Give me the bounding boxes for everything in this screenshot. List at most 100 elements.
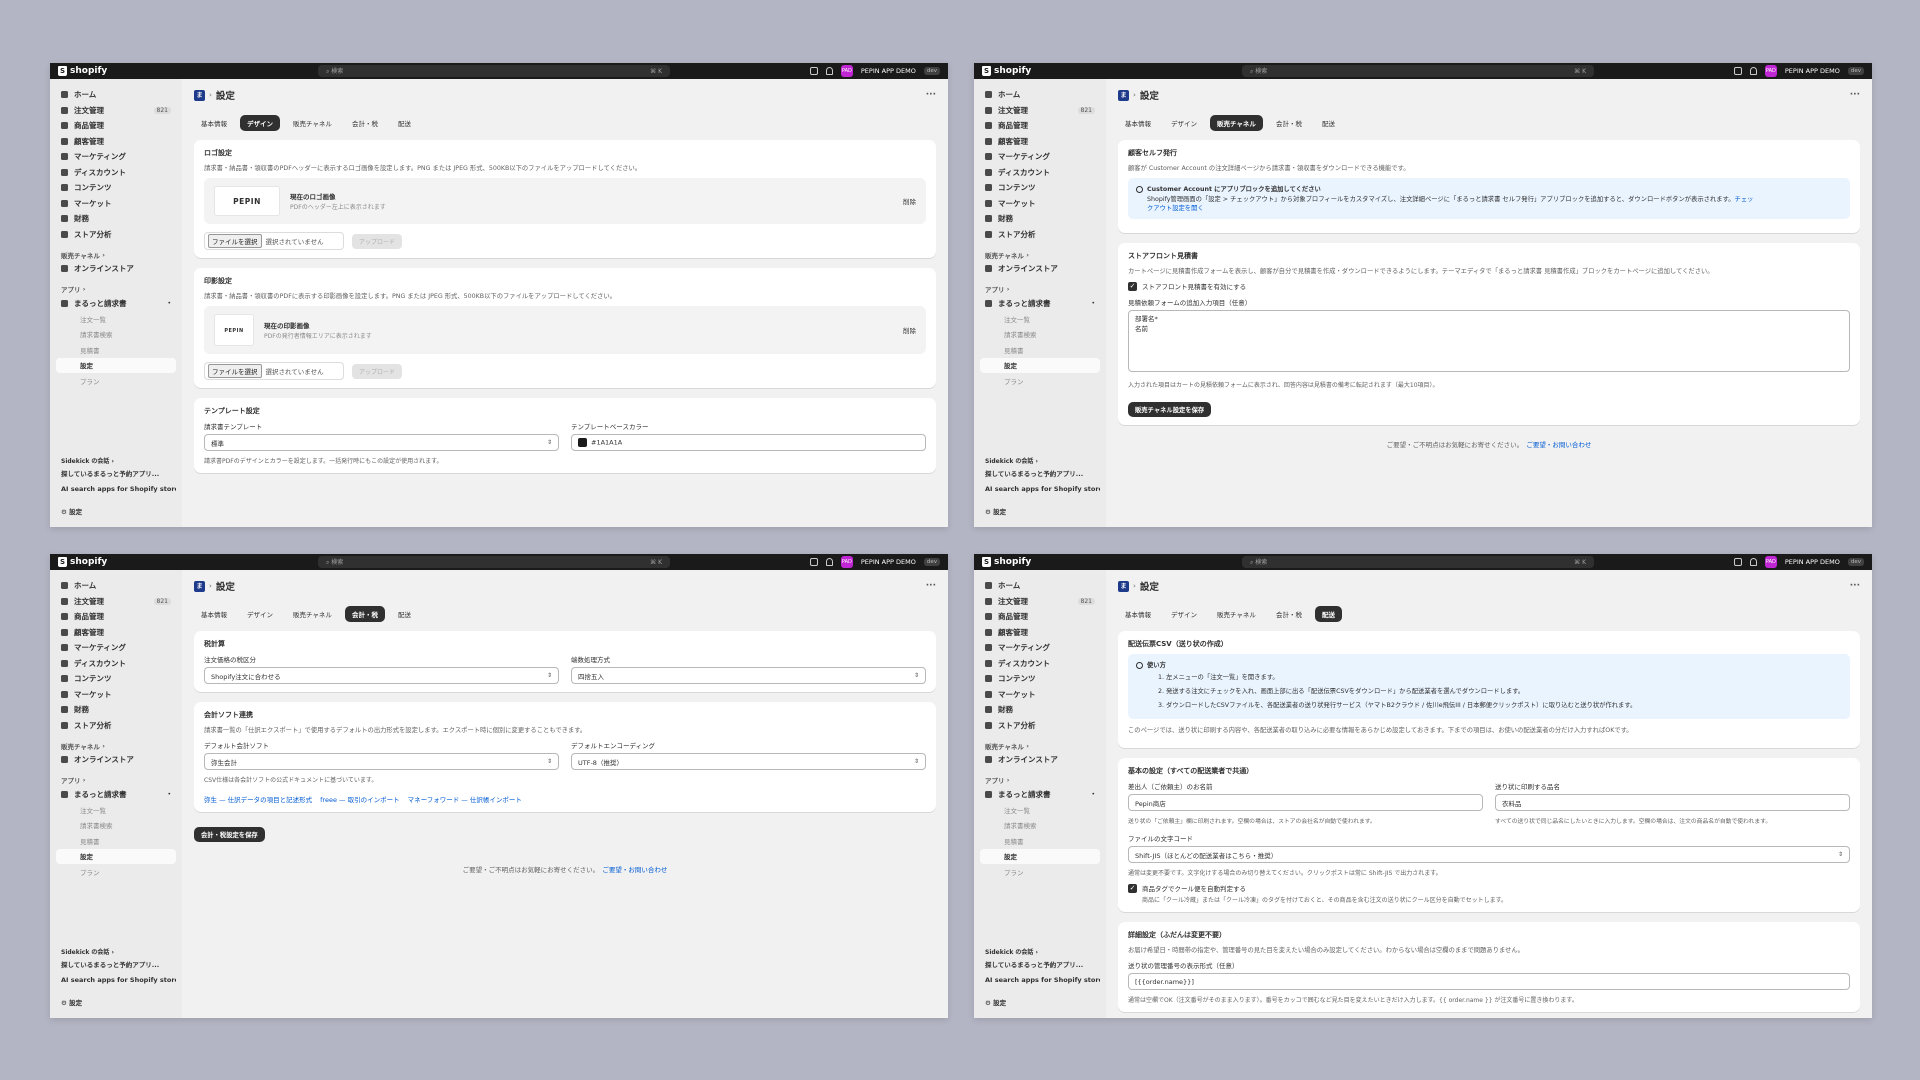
sidebar-item-content[interactable]: コンテンツ <box>980 671 1100 687</box>
sidebar-item-content[interactable]: コンテンツ <box>56 180 176 196</box>
tab-shipping[interactable]: 配送 <box>391 115 418 131</box>
tab-shipping[interactable]: 配送 <box>1315 115 1342 131</box>
sidebar-item-online-store[interactable]: オンラインストア <box>56 752 176 768</box>
sidebar-item-marketing[interactable]: マーケティング <box>980 149 1100 165</box>
tab-basic[interactable]: 基本情報 <box>194 115 234 131</box>
sidebar-item-discount[interactable]: ディスカウント <box>56 656 176 672</box>
sidebar-item-marketing[interactable]: マーケティング <box>56 640 176 656</box>
checkout-settings-link[interactable]: クアウト設定を開く <box>1147 205 1204 212</box>
sidebar-subitem-orders-list[interactable]: 注文一覧 <box>56 802 176 818</box>
tab-basic[interactable]: 基本情報 <box>1118 115 1158 131</box>
shopify-logo[interactable]: Sshopify <box>982 66 1242 76</box>
sidebar-section-sales-channels[interactable]: 販売チャネル › <box>56 739 176 752</box>
sidebar-item-app[interactable]: まるっと請求書 • <box>980 296 1100 312</box>
sidekick-conversation[interactable]: AI search apps for Shopify store <box>61 482 176 497</box>
delete-logo-button[interactable]: 削除 <box>903 196 916 206</box>
inbox-icon[interactable] <box>1733 67 1742 75</box>
delete-seal-button[interactable]: 削除 <box>903 325 916 335</box>
sidekick-conversation[interactable]: 探しているまるっと予約アプリ... <box>61 958 176 973</box>
sidebar-subitem-plans[interactable]: プラン <box>56 864 176 880</box>
sidebar-section-sales-channels[interactable]: 販売チャネル › <box>56 248 176 261</box>
sidekick-header[interactable]: Sidekick の会話 › <box>61 454 176 467</box>
sidekick-header[interactable]: Sidekick の会話 › <box>985 454 1100 467</box>
rounding-select[interactable]: 四捨五入 ⇕ <box>571 667 926 684</box>
yayoi-doc-link[interactable]: 弥生 — 仕訳データの項目と記述形式 <box>204 794 312 804</box>
sidebar-item-customers[interactable]: 顧客管理 <box>980 625 1100 641</box>
sidebar-subitem-settings[interactable]: 設定 <box>980 848 1100 864</box>
sidebar-item-products[interactable]: 商品管理 <box>56 609 176 625</box>
sidebar-item-discount[interactable]: ディスカウント <box>980 656 1100 672</box>
sidebar-item-finance[interactable]: 財務 <box>56 702 176 718</box>
sidebar-item-customers[interactable]: 顧客管理 <box>56 625 176 641</box>
item-name-input[interactable]: 衣料品 <box>1495 794 1850 811</box>
store-avatar[interactable]: PAD <box>1764 65 1777 77</box>
sidebar-item-analytics[interactable]: ストア分析 <box>56 227 176 243</box>
inbox-icon[interactable] <box>809 558 818 566</box>
sidekick-conversation[interactable]: 探しているまるっと予約アプリ... <box>61 467 176 482</box>
tab-basic[interactable]: 基本情報 <box>194 606 234 622</box>
sidebar-item-online-store[interactable]: オンラインストア <box>980 752 1100 768</box>
sidebar-item-products[interactable]: 商品管理 <box>56 118 176 134</box>
shopify-logo[interactable]: Sshopify <box>982 557 1242 567</box>
sidebar-item-finance[interactable]: 財務 <box>980 211 1100 227</box>
shopify-logo[interactable]: Sshopify <box>58 66 318 76</box>
sidebar-subitem-quotes[interactable]: 見積書 <box>56 342 176 358</box>
tab-tax[interactable]: 会計・税 <box>1269 115 1309 131</box>
sidebar-settings[interactable]: ⚙ 設定 <box>985 996 1100 1011</box>
sidebar-item-markets[interactable]: マーケット <box>56 196 176 212</box>
auto-cool-checkbox[interactable]: ✓ <box>1128 883 1137 893</box>
sidebar-settings[interactable]: ⚙ 設定 <box>61 996 176 1011</box>
color-swatch[interactable] <box>578 438 587 447</box>
sidebar-section-sales-channels[interactable]: 販売チャネル › <box>980 248 1100 261</box>
tab-tax[interactable]: 会計・税 <box>344 606 385 622</box>
store-name[interactable]: PEPIN APP DEMO <box>861 67 916 75</box>
sidebar-item-content[interactable]: コンテンツ <box>980 180 1100 196</box>
inbox-icon[interactable] <box>809 67 818 75</box>
file-encoding-select[interactable]: Shift-JIS（ほとんどの配送業者はこちら・推奨） ⇕ <box>1128 846 1850 863</box>
sidebar-item-customers[interactable]: 顧客管理 <box>980 134 1100 150</box>
sidebar-section-sales-channels[interactable]: 販売チャネル › <box>980 739 1100 752</box>
sidebar-item-products[interactable]: 商品管理 <box>980 118 1100 134</box>
sidebar-item-orders[interactable]: 注文管理 821 <box>980 594 1100 610</box>
choose-file-button[interactable]: ファイルを選択 <box>208 364 262 378</box>
sidebar-item-finance[interactable]: 財務 <box>980 702 1100 718</box>
sidebar-subitem-plans[interactable]: プラン <box>56 373 176 389</box>
sidekick-conversation[interactable]: 探しているまるっと予約アプリ... <box>985 958 1100 973</box>
store-avatar[interactable]: PAD <box>840 65 853 77</box>
sidebar-subitem-settings[interactable]: 設定 <box>56 357 176 373</box>
sidebar-item-marketing[interactable]: マーケティング <box>56 149 176 165</box>
sidebar-item-markets[interactable]: マーケット <box>980 687 1100 703</box>
seal-file-input[interactable]: ファイルを選択 選択されていません <box>204 362 344 380</box>
tab-design[interactable]: デザイン <box>1164 606 1204 622</box>
upload-logo-button[interactable]: アップロード <box>352 233 403 249</box>
sidebar-item-discount[interactable]: ディスカウント <box>56 165 176 181</box>
sidebar-item-home[interactable]: ホーム <box>56 578 176 594</box>
sidebar-item-orders[interactable]: 注文管理 821 <box>56 594 176 610</box>
sidebar-subitem-plans[interactable]: プラン <box>980 373 1100 389</box>
sidebar-item-markets[interactable]: マーケット <box>56 687 176 703</box>
sidekick-conversation[interactable]: 探しているまるっと予約アプリ... <box>985 467 1100 482</box>
checkout-settings-link[interactable]: チェッ <box>1735 196 1754 203</box>
sidebar-subitem-quotes[interactable]: 見積書 <box>56 833 176 849</box>
tab-sales-channel[interactable]: 販売チャネル <box>286 115 339 131</box>
tab-shipping[interactable]: 配送 <box>1314 606 1342 622</box>
sidekick-conversation[interactable]: AI search apps for Shopify store <box>61 973 176 988</box>
sidekick-header[interactable]: Sidekick の会話 › <box>61 945 176 958</box>
tab-design[interactable]: デザイン <box>240 115 280 131</box>
base-color-input[interactable]: #1A1A1A <box>571 434 926 451</box>
sidebar-item-discount[interactable]: ディスカウント <box>980 165 1100 181</box>
shopify-logo[interactable]: Sshopify <box>58 557 318 567</box>
sidebar-subitem-quotes[interactable]: 見積書 <box>980 342 1100 358</box>
tab-tax[interactable]: 会計・税 <box>345 115 385 131</box>
sidekick-conversation[interactable]: AI search apps for Shopify store <box>985 973 1100 988</box>
sidebar-item-online-store[interactable]: オンラインストア <box>56 261 176 277</box>
management-number-input[interactable]: [{{order.name}}] <box>1128 973 1850 990</box>
tab-basic[interactable]: 基本情報 <box>1118 606 1158 622</box>
sidebar-item-content[interactable]: コンテンツ <box>56 671 176 687</box>
bell-icon[interactable] <box>1749 67 1757 75</box>
save-tax-settings-button[interactable]: 会計・税設定を保存 <box>194 827 265 842</box>
store-name[interactable]: PEPIN APP DEMO <box>1785 558 1840 566</box>
sidebar-item-home[interactable]: ホーム <box>980 578 1100 594</box>
sidebar-subitem-quotes[interactable]: 見積書 <box>980 833 1100 849</box>
sidebar-item-home[interactable]: ホーム <box>56 87 176 103</box>
